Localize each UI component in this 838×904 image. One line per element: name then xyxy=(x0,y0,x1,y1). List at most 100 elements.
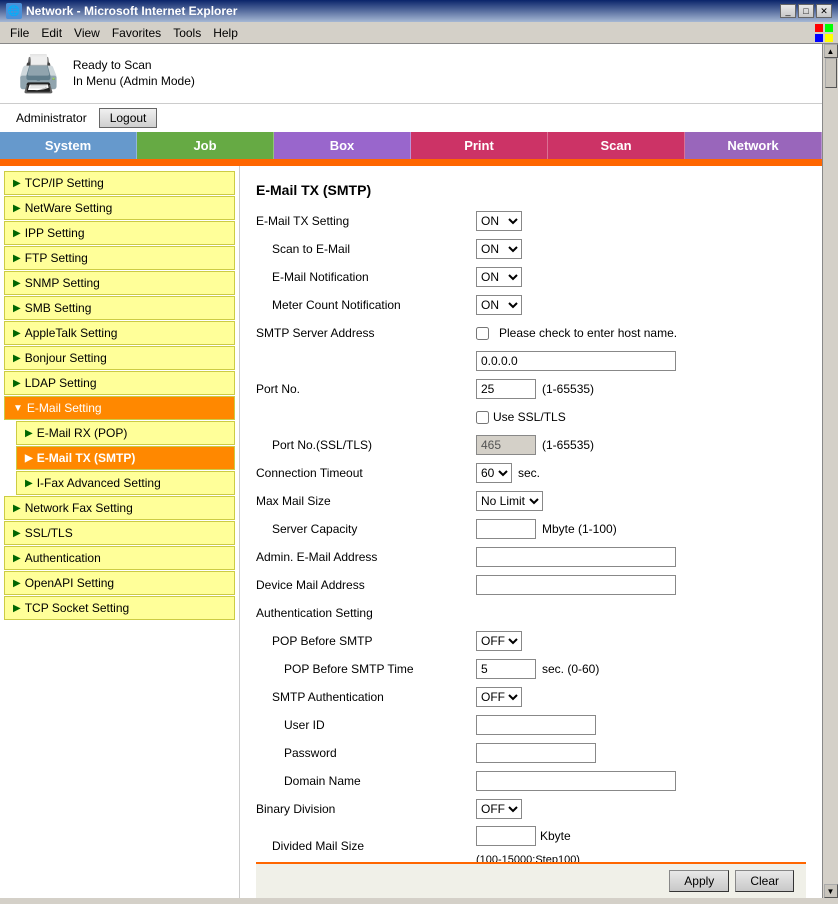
apply-button[interactable]: Apply xyxy=(669,870,729,892)
sidebar-item-netware[interactable]: ▶ NetWare Setting xyxy=(4,196,235,220)
server-capacity-label: Server Capacity xyxy=(256,522,476,536)
sidebar-item-ftp[interactable]: ▶ FTP Setting xyxy=(4,246,235,270)
domain-row: Domain Name xyxy=(256,770,806,792)
port-no-input[interactable] xyxy=(476,379,536,399)
meter-count-control: ONOFF xyxy=(476,295,522,315)
smtp-hostname-checkbox[interactable] xyxy=(476,327,489,340)
smtp-auth-select[interactable]: OFFON xyxy=(476,687,522,707)
window-controls: _ □ ✕ xyxy=(780,4,832,18)
arrow-icon: ▶ xyxy=(13,603,21,614)
menu-file[interactable]: File xyxy=(4,24,35,42)
arrow-icon: ▶ xyxy=(13,253,21,264)
divided-size-input[interactable] xyxy=(476,826,536,846)
pop-before-smtp-control: OFFON xyxy=(476,631,522,651)
menu-help[interactable]: Help xyxy=(207,24,244,42)
conn-timeout-unit: sec. xyxy=(518,466,540,480)
user-id-row: User ID xyxy=(256,714,806,736)
admin-email-row: Admin. E-Mail Address xyxy=(256,546,806,568)
arrow-icon: ▶ xyxy=(25,453,33,464)
sidebar-item-ifax[interactable]: ▶ I-Fax Advanced Setting xyxy=(16,471,235,495)
scan-to-email-select[interactable]: ONOFF xyxy=(476,239,522,259)
divided-size-control: Kbyte (100-15000;Step100) xyxy=(476,826,580,866)
sidebar-item-tcpip[interactable]: ▶ TCP/IP Setting xyxy=(4,171,235,195)
sidebar-item-ldap[interactable]: ▶ LDAP Setting xyxy=(4,371,235,395)
sidebar-item-emailtx[interactable]: ▶ E-Mail TX (SMTP) xyxy=(16,446,235,470)
tab-print[interactable]: Print xyxy=(411,132,548,159)
sidebar-item-tcp[interactable]: ▶ TCP Socket Setting xyxy=(4,596,235,620)
smtp-server-row: SMTP Server Address Please check to ente… xyxy=(256,322,806,344)
sidebar-item-snmp[interactable]: ▶ SNMP Setting xyxy=(4,271,235,295)
scroll-up-button[interactable]: ▲ xyxy=(824,44,838,58)
pop-before-smtp-label: POP Before SMTP xyxy=(256,634,476,648)
app-icon: 🌐 xyxy=(6,3,22,19)
port-ssl-label: Port No.(SSL/TLS) xyxy=(256,438,476,452)
email-notification-select[interactable]: ONOFF xyxy=(476,267,522,287)
sidebar-item-smb[interactable]: ▶ SMB Setting xyxy=(4,296,235,320)
close-button[interactable]: ✕ xyxy=(816,4,832,18)
logout-button[interactable]: Logout xyxy=(99,108,158,128)
main-scroll-area[interactable]: 🖨️ Ready to Scan In Menu (Admin Mode) Ad… xyxy=(0,44,822,898)
arrow-icon: ▶ xyxy=(13,178,21,189)
max-mail-row: Max Mail Size No Limit xyxy=(256,490,806,512)
menu-favorites[interactable]: Favorites xyxy=(106,24,167,42)
sidebar-item-auth[interactable]: ▶ Authentication xyxy=(4,546,235,570)
meter-count-row: Meter Count Notification ONOFF xyxy=(256,294,806,316)
pop-before-time-input[interactable] xyxy=(476,659,536,679)
smtp-ip-row xyxy=(256,350,806,372)
maximize-button[interactable]: □ xyxy=(798,4,814,18)
smtp-ip-input[interactable] xyxy=(476,351,676,371)
password-input[interactable] xyxy=(476,743,596,763)
email-tx-setting-select[interactable]: ONOFF xyxy=(476,211,522,231)
body-area: ▶ TCP/IP Setting ▶ NetWare Setting ▶ IPP… xyxy=(0,166,822,898)
scroll-down-button[interactable]: ▼ xyxy=(824,884,838,898)
port-ssl-input[interactable] xyxy=(476,435,536,455)
max-mail-select[interactable]: No Limit xyxy=(476,491,543,511)
sidebar-item-emailrx[interactable]: ▶ E-Mail RX (POP) xyxy=(16,421,235,445)
clear-button[interactable]: Clear xyxy=(735,870,794,892)
server-capacity-input[interactable] xyxy=(476,519,536,539)
sidebar-item-openapi[interactable]: ▶ OpenAPI Setting xyxy=(4,571,235,595)
meter-count-label: Meter Count Notification xyxy=(256,298,476,312)
device-email-label: Device Mail Address xyxy=(256,578,476,592)
user-id-input[interactable] xyxy=(476,715,596,735)
conn-timeout-row: Connection Timeout 60 sec. xyxy=(256,462,806,484)
tab-scan[interactable]: Scan xyxy=(548,132,685,159)
device-email-input[interactable] xyxy=(476,575,676,595)
tab-job[interactable]: Job xyxy=(137,132,274,159)
pop-before-time-label: POP Before SMTP Time xyxy=(256,662,476,676)
tab-network[interactable]: Network xyxy=(685,132,822,159)
port-ssl-row: Port No.(SSL/TLS) (1-65535) xyxy=(256,434,806,456)
sidebar-item-netfax[interactable]: ▶ Network Fax Setting xyxy=(4,496,235,520)
pop-before-time-row: POP Before SMTP Time sec. (0-60) xyxy=(256,658,806,680)
sidebar-item-bonjour[interactable]: ▶ Bonjour Setting xyxy=(4,346,235,370)
arrow-icon: ▼ xyxy=(13,403,23,414)
ssl-checkbox[interactable] xyxy=(476,411,489,424)
divided-size-row: Divided Mail Size Kbyte (100-15000;Step1… xyxy=(256,826,806,866)
minimize-button[interactable]: _ xyxy=(780,4,796,18)
menu-view[interactable]: View xyxy=(68,24,106,42)
arrow-icon: ▶ xyxy=(13,203,21,214)
scrollbar[interactable]: ▲ ▼ xyxy=(822,44,838,898)
domain-input[interactable] xyxy=(476,771,676,791)
meter-count-select[interactable]: ONOFF xyxy=(476,295,522,315)
arrow-icon: ▶ xyxy=(13,378,21,389)
menu-tools[interactable]: Tools xyxy=(167,24,207,42)
tab-box[interactable]: Box xyxy=(274,132,411,159)
device-email-control xyxy=(476,575,676,595)
sidebar-item-email[interactable]: ▼ E-Mail Setting xyxy=(4,396,235,420)
tab-system[interactable]: System xyxy=(0,132,137,159)
conn-timeout-label: Connection Timeout xyxy=(256,466,476,480)
admin-email-input[interactable] xyxy=(476,547,676,567)
menu-edit[interactable]: Edit xyxy=(35,24,68,42)
sidebar-item-ipp[interactable]: ▶ IPP Setting xyxy=(4,221,235,245)
scroll-thumb[interactable] xyxy=(825,58,837,88)
pop-before-smtp-select[interactable]: OFFON xyxy=(476,631,522,651)
page-title: E-Mail TX (SMTP) xyxy=(256,182,806,198)
domain-control xyxy=(476,771,676,791)
sidebar-item-ssl[interactable]: ▶ SSL/TLS xyxy=(4,521,235,545)
binary-div-select[interactable]: OFFON xyxy=(476,799,522,819)
binary-div-label: Binary Division xyxy=(256,802,476,816)
conn-timeout-select[interactable]: 60 xyxy=(476,463,512,483)
sidebar-item-appletalk[interactable]: ▶ AppleTalk Setting xyxy=(4,321,235,345)
binary-div-control: OFFON xyxy=(476,799,522,819)
